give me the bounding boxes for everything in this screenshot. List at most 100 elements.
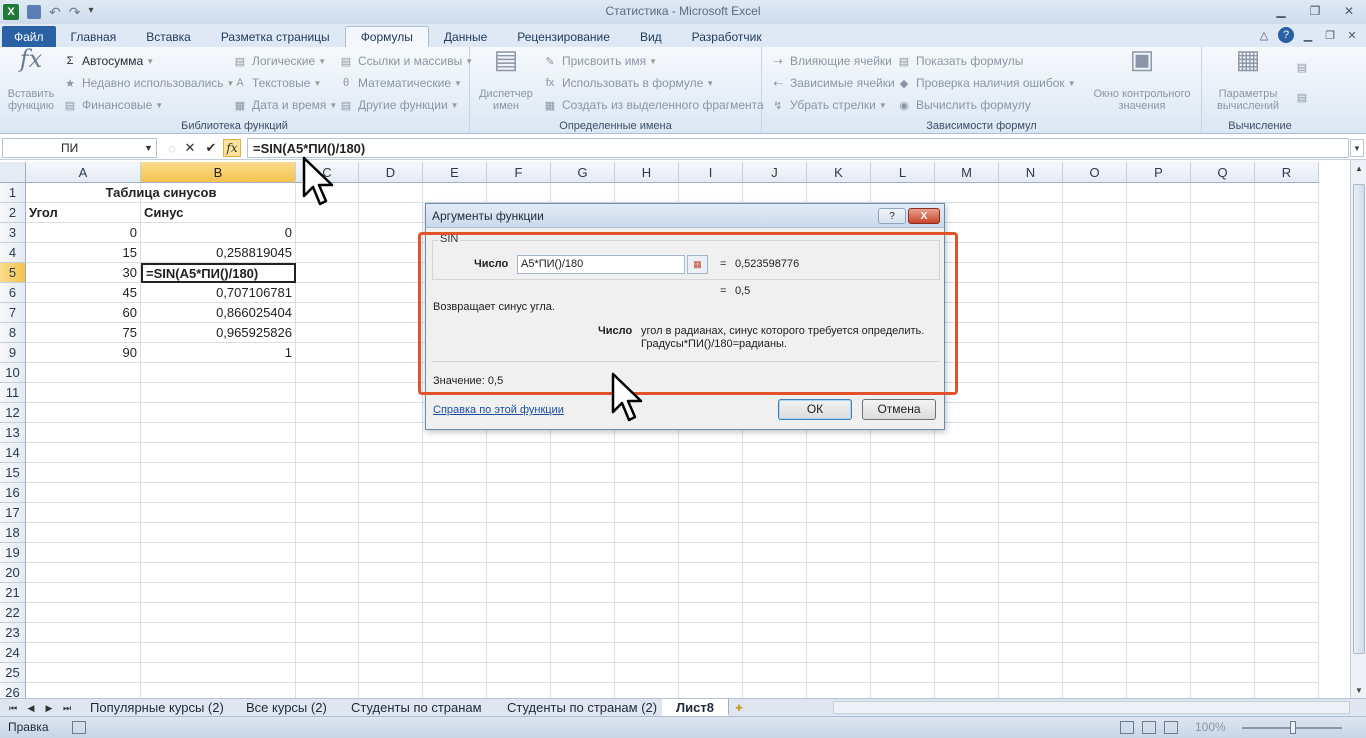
row-header[interactable]: 4: [0, 243, 26, 263]
grid-cell[interactable]: [615, 183, 679, 203]
grid-cell[interactable]: [296, 603, 359, 623]
grid-cell[interactable]: [807, 603, 871, 623]
grid-cell[interactable]: [871, 563, 935, 583]
grid-cell[interactable]: [1255, 323, 1319, 343]
grid-cell[interactable]: [423, 463, 487, 483]
redo-icon[interactable]: ↷: [69, 5, 81, 19]
grid-cell[interactable]: [1191, 363, 1255, 383]
grid-cell[interactable]: [141, 523, 296, 543]
grid-cell[interactable]: [296, 363, 359, 383]
macro-record-icon[interactable]: [72, 721, 86, 734]
grid-cell[interactable]: [1255, 303, 1319, 323]
grid-cell[interactable]: [141, 463, 296, 483]
tab-review[interactable]: Рецензирование: [502, 26, 625, 47]
grid-cell[interactable]: [141, 403, 296, 423]
grid-cell[interactable]: [26, 623, 141, 643]
grid-cell[interactable]: [999, 203, 1063, 223]
grid-cell[interactable]: [999, 283, 1063, 303]
grid-cell[interactable]: [1191, 663, 1255, 683]
grid-cell[interactable]: [1255, 423, 1319, 443]
grid-cell[interactable]: [1191, 643, 1255, 663]
row-header[interactable]: 1: [0, 183, 26, 203]
row-header[interactable]: 16: [0, 483, 26, 503]
grid-cell[interactable]: [871, 623, 935, 643]
grid-cell[interactable]: [1255, 403, 1319, 423]
grid-cell[interactable]: [999, 643, 1063, 663]
grid-cell[interactable]: [1127, 523, 1191, 543]
row-header[interactable]: 2: [0, 203, 26, 223]
grid-cell[interactable]: [1063, 223, 1127, 243]
grid-cell[interactable]: [1191, 223, 1255, 243]
grid-cell[interactable]: [359, 343, 423, 363]
grid-cell[interactable]: [871, 583, 935, 603]
grid-cell[interactable]: [141, 543, 296, 563]
grid-cell[interactable]: [1255, 563, 1319, 583]
name-box[interactable]: ПИ ▼: [2, 138, 157, 158]
formula-input[interactable]: =SIN(A5*ПИ()/180): [247, 138, 1349, 158]
grid-cell[interactable]: [935, 623, 999, 643]
grid-cell[interactable]: [487, 523, 551, 543]
grid-cell[interactable]: [487, 183, 551, 203]
column-header[interactable]: L: [871, 162, 935, 183]
grid-cell[interactable]: [487, 443, 551, 463]
ribbon-minimize-icon[interactable]: △: [1256, 27, 1272, 43]
column-header[interactable]: B: [141, 162, 296, 183]
grid-cell[interactable]: [487, 663, 551, 683]
grid-cell[interactable]: [26, 443, 141, 463]
grid-cell[interactable]: [26, 663, 141, 683]
grid-cell[interactable]: [999, 223, 1063, 243]
grid-cell[interactable]: [141, 443, 296, 463]
grid-cell[interactable]: [1191, 443, 1255, 463]
grid-cell[interactable]: [141, 483, 296, 503]
grid-cell[interactable]: [871, 443, 935, 463]
grid-cell[interactable]: [807, 583, 871, 603]
grid-cell[interactable]: [1063, 543, 1127, 563]
grid-cell[interactable]: [999, 523, 1063, 543]
grid-cell[interactable]: [141, 583, 296, 603]
grid-cell[interactable]: [423, 183, 487, 203]
grid-cell[interactable]: [807, 183, 871, 203]
sine-cell[interactable]: 0,866025404: [141, 303, 296, 323]
angle-cell[interactable]: 45: [26, 283, 141, 303]
grid-cell[interactable]: [359, 203, 423, 223]
grid-cell[interactable]: [296, 283, 359, 303]
grid-cell[interactable]: [615, 643, 679, 663]
grid-cell[interactable]: [871, 523, 935, 543]
grid-cell[interactable]: [359, 603, 423, 623]
grid-cell[interactable]: [679, 443, 743, 463]
trace-dependents-button[interactable]: ⇠ Зависимые ячейки: [770, 73, 894, 93]
name-manager-button[interactable]: ▤ Диспетчер имен: [474, 46, 538, 112]
row-header[interactable]: 25: [0, 663, 26, 683]
grid-cell[interactable]: [141, 383, 296, 403]
grid-cell[interactable]: [1127, 483, 1191, 503]
grid-cell[interactable]: [1063, 263, 1127, 283]
row-header[interactable]: 9: [0, 343, 26, 363]
column-header[interactable]: I: [679, 162, 743, 183]
page-break-view-icon[interactable]: [1164, 721, 1178, 734]
grid-cell[interactable]: [743, 663, 807, 683]
grid-cell[interactable]: [359, 483, 423, 503]
grid-cell[interactable]: [1063, 583, 1127, 603]
row-header[interactable]: 14: [0, 443, 26, 463]
grid-cell[interactable]: [26, 523, 141, 543]
grid-cell[interactable]: [551, 463, 615, 483]
grid-cell[interactable]: [296, 183, 359, 203]
grid-cell[interactable]: [551, 643, 615, 663]
undo-icon[interactable]: ↶: [49, 5, 61, 19]
grid-cell[interactable]: [296, 203, 359, 223]
date-time-button[interactable]: ▦ Дата и время ▼: [232, 95, 338, 115]
row-header[interactable]: 24: [0, 643, 26, 663]
calc-options-button[interactable]: ▦ Параметры вычислений: [1206, 46, 1290, 112]
grid-cell[interactable]: [1255, 603, 1319, 623]
grid-cell[interactable]: [743, 483, 807, 503]
grid-cell[interactable]: [26, 403, 141, 423]
argument-input[interactable]: A5*ПИ()/180: [517, 255, 685, 274]
grid-cell[interactable]: [1255, 663, 1319, 683]
grid-cell[interactable]: [615, 463, 679, 483]
grid-cell[interactable]: [807, 663, 871, 683]
scroll-thumb[interactable]: [1353, 184, 1365, 654]
grid-cell[interactable]: [871, 643, 935, 663]
grid-cell[interactable]: [999, 503, 1063, 523]
grid-cell[interactable]: [743, 503, 807, 523]
grid-cell[interactable]: [1127, 563, 1191, 583]
